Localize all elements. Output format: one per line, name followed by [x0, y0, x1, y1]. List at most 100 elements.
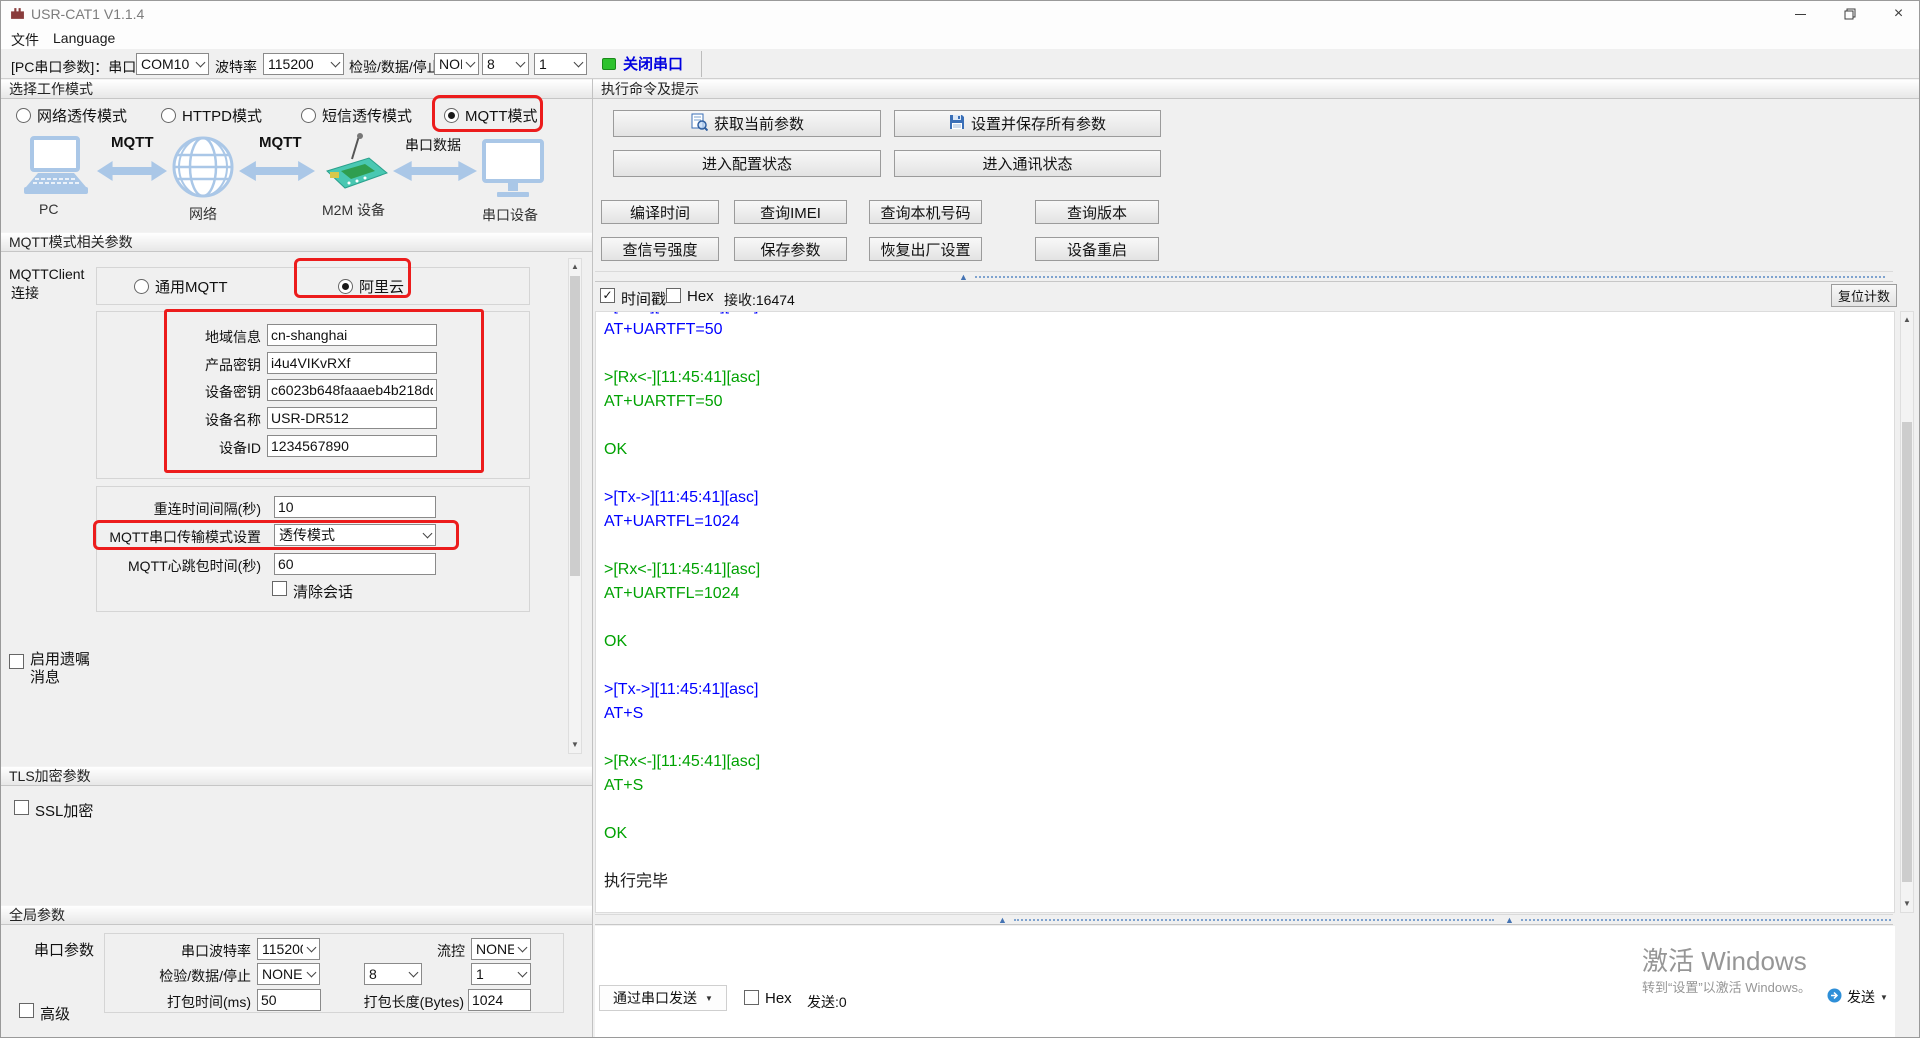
tls-header: TLS加密参数: [1, 766, 592, 786]
chevron-down-icon: [514, 939, 530, 959]
chevron-down-icon: [462, 54, 478, 74]
button-label: 编译时间: [629, 204, 690, 222]
clean-session-checkbox[interactable]: 清除会话: [272, 581, 353, 602]
advanced-checkbox[interactable]: 高级: [19, 1003, 70, 1024]
log-bottom-splitter[interactable]: ▲ ▲: [595, 914, 1893, 925]
serial-device-monitor-icon: [482, 139, 544, 206]
query-local-number-button[interactable]: 查询本机号码: [869, 200, 982, 224]
button-label: 设备重启: [1066, 241, 1127, 259]
send-button[interactable]: 发送 ▼: [1827, 987, 1888, 1007]
pack-time-input[interactable]: [257, 989, 321, 1011]
heartbeat-input[interactable]: [274, 553, 436, 575]
timestamp-checkbox[interactable]: ✓ 时间戳: [600, 288, 666, 309]
send-via-serial-dropdown[interactable]: 通过串口发送 ▼: [599, 985, 727, 1011]
splitter-triangle-icon[interactable]: ▲: [998, 915, 1007, 925]
checkbox-label: 时间戳: [621, 291, 667, 308]
transfer-mode-select[interactable]: 透传模式: [274, 524, 436, 546]
will-label-line1: 启用遗嘱: [30, 651, 91, 668]
pack-len-label: 打包长度(Bytes): [363, 994, 464, 1010]
log-top-splitter[interactable]: ▲: [595, 271, 1893, 282]
caret-down-icon: ▼: [1880, 992, 1888, 1002]
radio-net-passthrough[interactable]: 网络透传模式: [16, 105, 127, 126]
global-databits-value: 8: [369, 966, 377, 982]
scroll-up-icon[interactable]: ▲: [569, 259, 581, 275]
menu-file[interactable]: 文件: [11, 30, 39, 50]
scrollbar-thumb[interactable]: [570, 276, 580, 576]
pack-len-input[interactable]: [468, 989, 531, 1011]
set-save-params-button[interactable]: 设置并保存所有参数: [894, 110, 1161, 137]
reconnect-input[interactable]: [274, 496, 436, 518]
close-port-button[interactable]: 关闭串口: [602, 53, 683, 74]
global-databits-select[interactable]: 8: [364, 963, 422, 985]
product-key-input[interactable]: [267, 352, 437, 374]
maximize-button[interactable]: [1827, 1, 1872, 27]
scroll-down-icon[interactable]: ▼: [569, 737, 581, 753]
parity-select[interactable]: NONI: [434, 53, 479, 75]
scroll-up-icon[interactable]: ▲: [1901, 312, 1913, 328]
sent-count: 发送:0: [807, 994, 847, 1010]
titlebar: USR-CAT1 V1.1.4 ×: [1, 1, 1919, 27]
get-params-button[interactable]: 获取当前参数: [613, 110, 881, 137]
window-title: USR-CAT1 V1.1.4: [31, 6, 145, 22]
flow-select[interactable]: NONE: [471, 938, 531, 960]
minimize-button[interactable]: [1778, 1, 1823, 27]
global-parity-select[interactable]: NONE: [257, 963, 320, 985]
splitter-triangle-icon[interactable]: ▲: [1505, 915, 1514, 925]
m2m-label: M2M 设备: [322, 202, 385, 218]
ssl-checkbox[interactable]: SSL加密: [14, 800, 93, 821]
button-label: 保存参数: [760, 241, 821, 259]
reset-count-button[interactable]: 复位计数: [1831, 284, 1897, 307]
radio-aliyun[interactable]: 阿里云: [338, 276, 404, 297]
frame-label: 检验/数据/停止: [349, 59, 441, 75]
will-message-checkbox[interactable]: 启用遗嘱 消息: [9, 651, 90, 687]
checkbox-icon: [9, 654, 24, 669]
com-port-select[interactable]: COM10: [136, 53, 209, 75]
radio-mqtt-mode[interactable]: MQTT模式: [444, 105, 538, 126]
device-id-label: 设备ID: [219, 440, 261, 456]
save-params-button[interactable]: 保存参数: [734, 237, 847, 261]
log-scrollbar[interactable]: ▲ ▼: [1900, 311, 1914, 913]
close-button[interactable]: ×: [1876, 1, 1919, 27]
chevron-down-icon: [512, 54, 528, 74]
send-hex-checkbox[interactable]: Hex: [744, 990, 792, 1007]
checkbox-icon: [14, 800, 29, 815]
query-signal-button[interactable]: 查信号强度: [601, 237, 719, 261]
scroll-down-icon[interactable]: ▼: [1901, 896, 1913, 912]
com-port-value: COM10: [141, 56, 190, 72]
radio-label: 网络透传模式: [37, 108, 128, 125]
radio-generic-mqtt[interactable]: 通用MQTT: [134, 276, 228, 297]
databits-select[interactable]: 8: [482, 53, 529, 75]
app-window: USR-CAT1 V1.1.4 × 文件 Language [PC串口参数]：串…: [0, 0, 1920, 1038]
left-panel-scrollbar[interactable]: ▲ ▼: [568, 258, 582, 754]
menu-language[interactable]: Language: [53, 30, 115, 46]
splitter-triangle-icon[interactable]: ▲: [959, 272, 968, 282]
region-input[interactable]: [267, 324, 437, 346]
log-output[interactable]: >[Tx->][11:45:41][asc] AT+UARTFT=50 >[Rx…: [595, 311, 1895, 913]
device-restart-button[interactable]: 设备重启: [1035, 237, 1159, 261]
query-version-button[interactable]: 查询版本: [1035, 200, 1159, 224]
stopbits-select[interactable]: 1: [534, 53, 587, 75]
device-name-input[interactable]: [267, 407, 437, 429]
device-secret-input[interactable]: [267, 379, 437, 401]
device-id-input[interactable]: [267, 435, 437, 457]
hex-display-checkbox[interactable]: Hex: [666, 288, 714, 305]
radio-label: 通用MQTT: [155, 279, 228, 296]
panel-divider: [592, 79, 593, 1037]
radio-httpd[interactable]: HTTPD模式: [161, 105, 262, 126]
mqtt-params-header: MQTT模式相关参数: [1, 232, 592, 252]
global-stopbits-select[interactable]: 1: [471, 963, 531, 985]
radio-sms-passthrough[interactable]: 短信透传模式: [301, 105, 412, 126]
enter-config-button[interactable]: 进入配置状态: [613, 150, 881, 177]
compile-time-button[interactable]: 编译时间: [601, 200, 719, 224]
scrollbar-thumb[interactable]: [1902, 422, 1912, 882]
factory-reset-button[interactable]: 恢复出厂设置: [869, 237, 982, 261]
chevron-down-icon: [570, 54, 586, 74]
enter-comm-button[interactable]: 进入通讯状态: [894, 150, 1161, 177]
log-line: OK: [604, 825, 628, 842]
baud-select[interactable]: 115200: [263, 53, 344, 75]
global-baud-select[interactable]: 115200: [257, 938, 320, 960]
query-imei-button[interactable]: 查询IMEI: [734, 200, 847, 224]
